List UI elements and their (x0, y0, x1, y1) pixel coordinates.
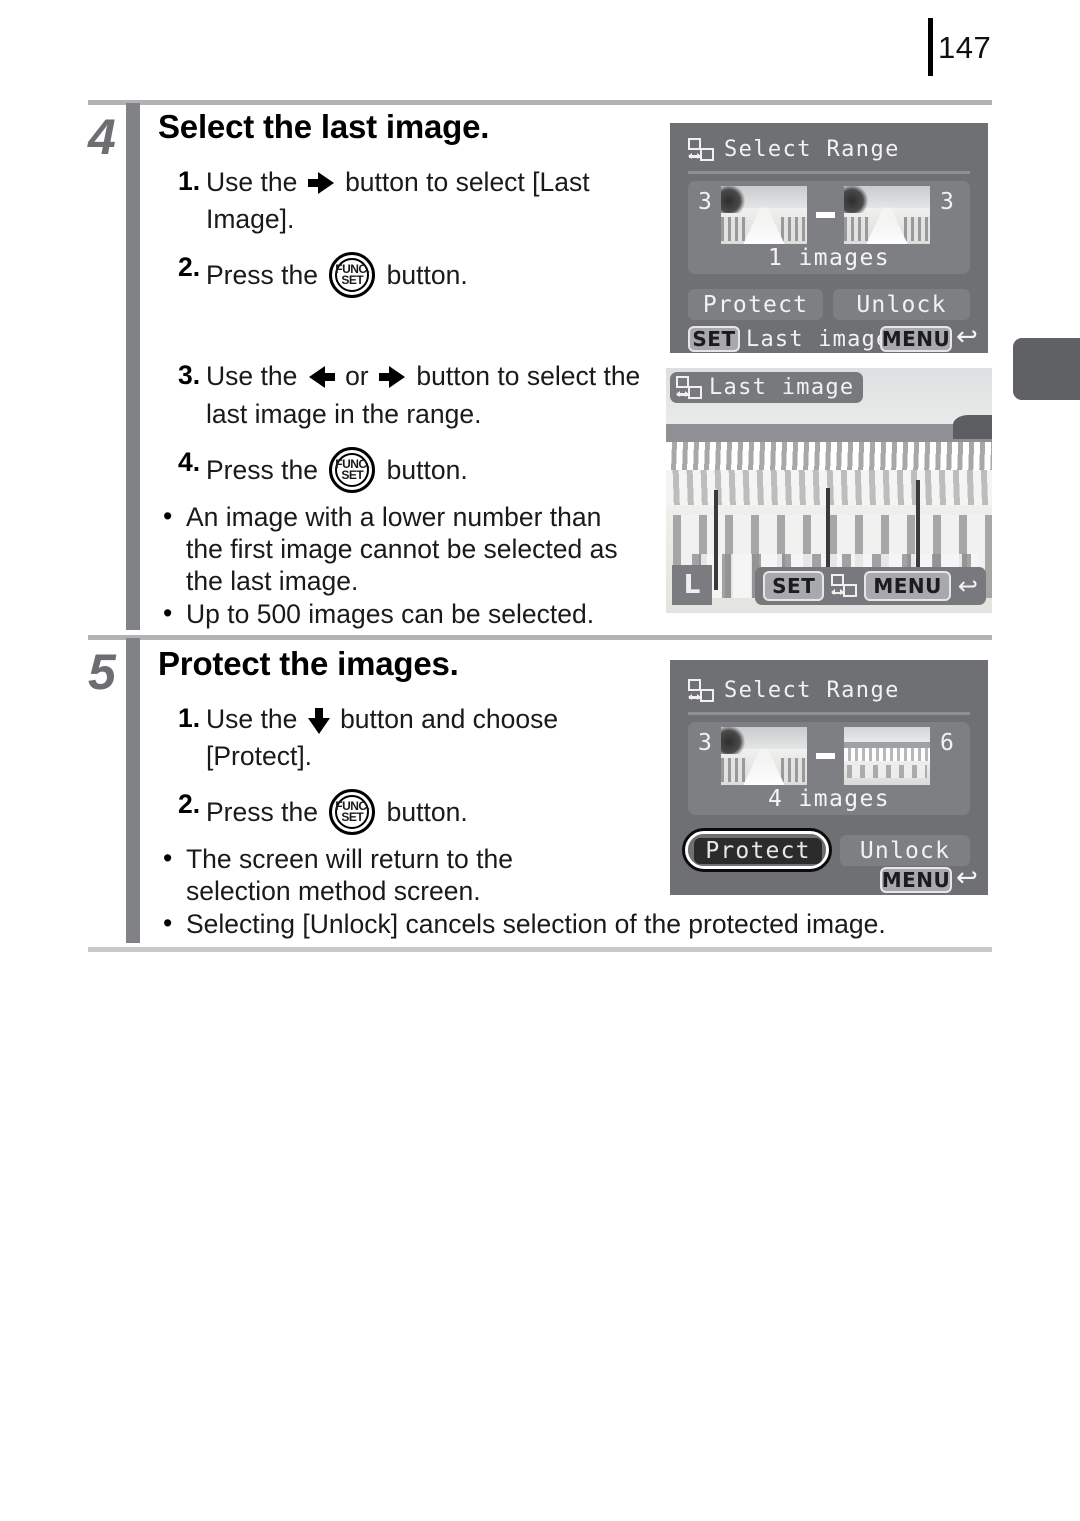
step5-item1-line1: Use the button and choose (206, 704, 559, 734)
first-image-thumbnail (721, 727, 807, 785)
page-number-block: 147 (928, 18, 991, 76)
camera-screen-select-range-second: Select Range 3 6 4 images Protect Unlock… (670, 660, 988, 895)
select-range-icon (688, 137, 714, 162)
images-count: 4 images (768, 786, 890, 812)
step4-bullet2-line1: Up to 500 images can be selected. (186, 599, 595, 629)
last-image-thumbnail (844, 186, 930, 244)
return-icon: ↩ (957, 572, 978, 600)
section-tab-label: Playback/Erasing (1012, 400, 1080, 640)
list-marker: 2. (178, 789, 201, 819)
arrow-right-icon (307, 172, 335, 194)
photo-pole (714, 490, 718, 590)
step4-bullet1-line2: the first image cannot be selected as (186, 534, 618, 564)
step4-bullet1-line1: An image with a lower number than (186, 502, 602, 532)
photo-pole (916, 480, 920, 572)
set-key-chip: SET (763, 571, 825, 601)
step-title-5: Protect the images. (158, 645, 459, 682)
step-accent-bar-5 (126, 638, 140, 943)
first-image-number: 3 (698, 730, 712, 756)
screen-title: Select Range (724, 678, 900, 703)
step4-bullet1-line3: the last image. (186, 566, 359, 596)
page-number: 147 (938, 29, 992, 65)
list-marker: 3. (178, 360, 201, 390)
step-title-4: Select the last image. (158, 108, 490, 145)
list-marker: 1. (178, 166, 201, 196)
set-key-chip: SET (688, 326, 740, 352)
image-quality-badge: L (672, 565, 712, 605)
unlock-option-button[interactable]: Unlock (833, 289, 970, 320)
first-image-number: 3 (698, 189, 712, 215)
func-set-button-icon: FUNC. SET (329, 447, 376, 493)
func-set-button-icon: FUNC. SET (329, 252, 376, 298)
step4-item4-line1: Press the FUNC. SET button. (206, 447, 468, 493)
last-image-number: 6 (940, 730, 954, 756)
step-accent-bar-4 (126, 103, 140, 630)
list-marker: 4. (178, 447, 201, 477)
bullet-dot: • (163, 598, 173, 628)
step5-bullet1-line1: The screen will return to the (186, 844, 513, 874)
func-set-button-icon: FUNC. SET (329, 789, 376, 835)
range-preview-panel: 3 3 1 images (688, 181, 970, 274)
bullet-dot: • (163, 843, 173, 873)
step4-item1-line2: Image]. (206, 204, 295, 234)
return-icon: ↩ (956, 863, 978, 893)
photo-headland (952, 414, 992, 440)
select-range-icon (688, 678, 714, 703)
menu-key-chip: MENU (864, 571, 951, 601)
image-quality-mark: L (683, 570, 701, 600)
unlock-option-button[interactable]: Unlock (840, 835, 970, 866)
camera-screen-select-range-first: Select Range 3 3 1 images Protect Unlock… (670, 123, 988, 353)
select-range-icon (676, 375, 702, 400)
bullet-dot: • (163, 501, 173, 531)
list-marker: 1. (178, 703, 201, 733)
return-icon: ↩ (956, 322, 978, 352)
images-count: 1 images (768, 245, 890, 271)
screen-title-row: Select Range (688, 678, 900, 703)
last-image-badge-label: Last image (709, 375, 855, 400)
arrow-left-icon (308, 366, 335, 388)
step5-item2-line1: Press the FUNC. SET button. (206, 789, 468, 835)
step-divider-top (88, 100, 992, 105)
bullet-dot: • (163, 908, 173, 938)
step4-item3-line1: Use the or button to select the (206, 361, 641, 391)
step5-bullet2-line1: Selecting [Unlock] cancels selection of … (186, 909, 886, 939)
menu-key-chip: MENU (880, 867, 952, 893)
step4-item1-line1: Use the button to select [Last (206, 167, 590, 197)
step4-item3-line2: last image in the range. (206, 399, 482, 429)
camera-screen-last-image: Last image L SET MENU ↩ (666, 368, 992, 613)
screen-title: Select Range (724, 137, 900, 162)
step-divider-bottom (88, 947, 992, 952)
set-key-hint: Last image (746, 327, 891, 352)
protect-option-button[interactable]: Protect (688, 289, 823, 320)
range-dash (816, 753, 835, 759)
menu-key-chip: MENU (880, 326, 952, 352)
bottom-key-hints: SET MENU ↩ (755, 567, 986, 605)
arrow-right-icon (379, 366, 406, 388)
last-image-number: 3 (940, 189, 954, 215)
list-marker: 2. (178, 252, 201, 282)
range-dash (816, 212, 835, 218)
select-range-icon (831, 574, 858, 598)
step5-bullet1-line2: selection method screen. (186, 876, 481, 906)
screen-title-separator (688, 171, 970, 174)
step-divider-middle (88, 635, 992, 640)
arrow-down-icon (307, 708, 330, 734)
step5-item1-line2: [Protect]. (206, 741, 313, 771)
range-preview-panel: 3 6 4 images (688, 722, 970, 815)
protect-option-button[interactable]: Protect (694, 838, 822, 864)
section-tab-marker (1013, 338, 1080, 400)
last-image-badge: Last image (670, 372, 864, 403)
screen-title-separator (688, 712, 970, 715)
screen-title-row: Select Range (688, 137, 900, 162)
last-image-thumbnail (844, 727, 930, 785)
first-image-thumbnail (721, 186, 807, 244)
page-number-rule (928, 18, 933, 76)
step4-item2-line1: Press the FUNC. SET button. (206, 252, 468, 298)
